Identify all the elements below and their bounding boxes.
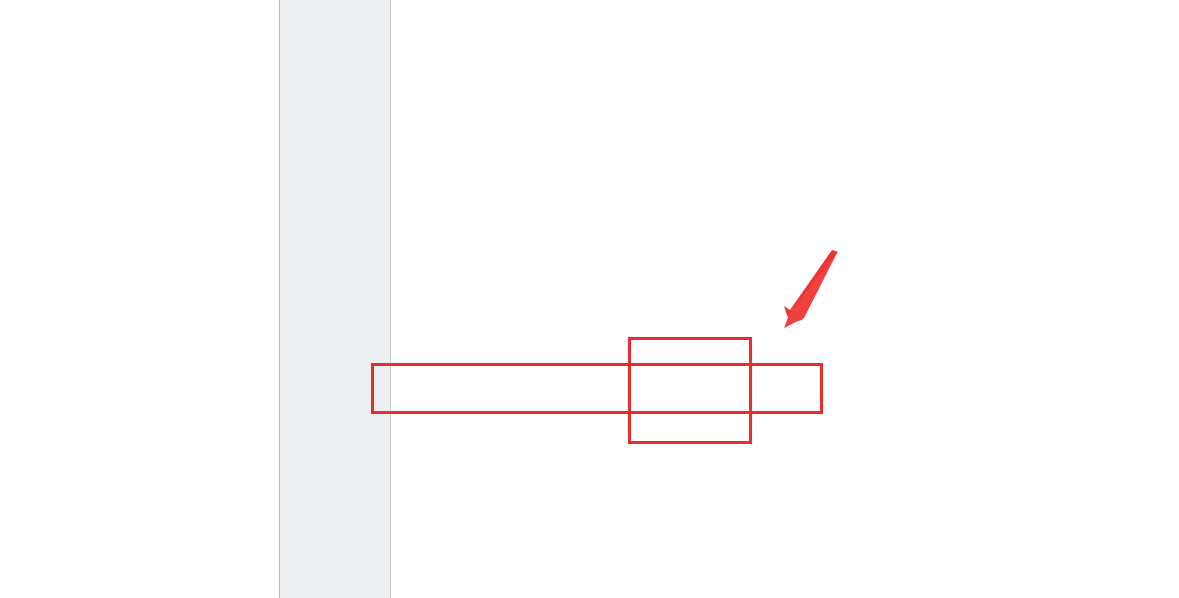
ide-window [0, 0, 1179, 598]
project-tree-sidebar[interactable] [0, 0, 280, 598]
line-number-gutter [280, 0, 391, 598]
code-editor[interactable] [280, 0, 1179, 598]
